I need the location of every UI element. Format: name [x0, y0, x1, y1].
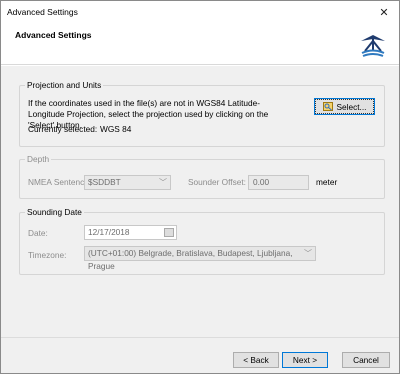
currently-selected-label: Currently selected:: [28, 124, 98, 134]
chevron-down-icon: ﹀: [159, 178, 167, 187]
next-button[interactable]: Next >: [282, 352, 328, 368]
date-picker[interactable]: 12/17/2018: [84, 225, 177, 240]
meter-unit-label: meter: [316, 177, 338, 187]
nmea-sentence-value: $SDDBT: [88, 177, 121, 187]
nmea-sentence-label: NMEA Sentence:: [28, 177, 92, 187]
projection-icon: [322, 102, 333, 111]
sounding-date-legend: Sounding Date: [25, 207, 84, 217]
select-button-focus: Select...: [315, 99, 374, 114]
sounding-date-group: Sounding Date Date: 12/17/2018 Timezone:…: [19, 207, 385, 275]
back-button[interactable]: < Back: [233, 352, 279, 368]
sounder-offset-value: 0.00: [253, 177, 270, 187]
calendar-icon[interactable]: [164, 228, 174, 237]
sounder-offset-input[interactable]: 0.00: [248, 175, 309, 190]
timezone-value: (UTC+01:00) Belgrade, Bratislava, Budape…: [88, 248, 293, 271]
advanced-settings-dialog: Advanced Settings ✕ Advanced Settings Pr…: [0, 0, 400, 374]
date-label: Date:: [28, 228, 48, 238]
nmea-sentence-select[interactable]: $SDDBT ﹀: [84, 175, 171, 190]
chevron-down-icon: ﹀: [304, 249, 312, 258]
boat-logo-icon: [361, 35, 385, 57]
currently-selected-value: WGS 84: [100, 124, 132, 134]
wizard-header: Advanced Settings: [1, 23, 399, 65]
projection-group: Projection and Units If the coordinates …: [19, 80, 385, 147]
window-title: Advanced Settings: [7, 7, 78, 17]
select-projection-button[interactable]: Select...: [314, 98, 375, 115]
depth-group: Depth NMEA Sentence: $SDDBT ﹀ Sounder Of…: [19, 154, 385, 199]
date-value: 12/17/2018: [88, 227, 130, 237]
depth-legend: Depth: [25, 154, 52, 164]
close-icon[interactable]: ✕: [369, 1, 399, 23]
cancel-button[interactable]: Cancel: [342, 352, 390, 368]
cancel-button-label: Cancel: [353, 355, 379, 365]
sounder-offset-label: Sounder Offset:: [188, 177, 246, 187]
next-button-label: Next >: [292, 355, 318, 365]
back-button-label: < Back: [243, 355, 269, 365]
dialog-footer: < Back Next > Cancel: [1, 337, 399, 373]
title-bar: Advanced Settings ✕: [1, 1, 399, 23]
timezone-label: Timezone:: [28, 250, 67, 260]
dialog-content: Projection and Units If the coordinates …: [1, 66, 399, 337]
page-title: Advanced Settings: [15, 30, 92, 40]
projection-legend: Projection and Units: [25, 80, 104, 90]
select-button-label: Select...: [336, 101, 367, 112]
timezone-select[interactable]: (UTC+01:00) Belgrade, Bratislava, Budape…: [84, 246, 316, 271]
